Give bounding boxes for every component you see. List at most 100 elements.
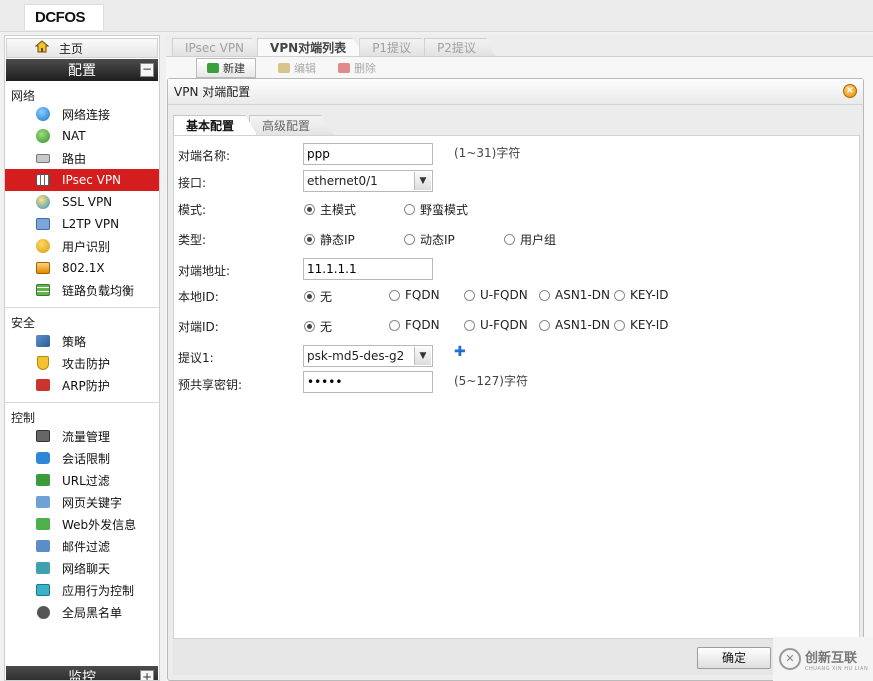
radio-dot[interactable] — [539, 319, 550, 331]
watermark-text-block: 创新互联 CHUANG XIN HU LIAN — [805, 647, 868, 672]
psk-hint: (5~127)字符 — [454, 374, 528, 388]
sidebar-item-web-keyword[interactable]: 网页关键字 — [5, 491, 159, 513]
mode-radio-main[interactable]: 主模式 — [304, 201, 356, 218]
sidebar-item-user-identify[interactable]: 用户识别 — [5, 235, 159, 257]
sidebar-item-flow-management[interactable]: 流量管理 — [5, 425, 159, 447]
peer-address-input[interactable] — [303, 258, 433, 280]
sidebar-item-load-balance[interactable]: 链路负载均衡 — [5, 279, 159, 301]
chevron-down-icon[interactable]: ▼ — [414, 172, 431, 190]
peer-id-radio-asn1dn[interactable]: ASN1-DN — [539, 318, 610, 332]
sidebar-item-policy[interactable]: 策略 — [5, 330, 159, 352]
delete-button[interactable]: 删除 — [338, 60, 376, 76]
radio-dot[interactable] — [464, 289, 475, 301]
sidebar-item-app-control[interactable]: 应用行为控制 — [5, 579, 159, 601]
ok-button[interactable]: 确定 — [697, 647, 771, 669]
radio-dot[interactable] — [539, 289, 550, 301]
mode-radio-aggressive[interactable]: 野蛮模式 — [404, 201, 468, 218]
sidebar-item-web-outbound[interactable]: Web外发信息 — [5, 513, 159, 535]
type-radio-user-group[interactable]: 用户组 — [504, 231, 556, 248]
sidebar: 主页 配置 − 网络 网络连接 NAT 路由 IPsec VPN SSL VPN… — [4, 35, 160, 681]
section-config[interactable]: 配置 − — [6, 59, 158, 81]
peer-id-radio-fqdn[interactable]: FQDN — [389, 318, 440, 332]
local-id-label: 本地ID: — [178, 290, 219, 304]
tab-p1-proposal[interactable]: P1提议 — [359, 38, 431, 56]
section-monitor-label: 监控 — [68, 670, 96, 681]
dialog-header: VPN 对端配置 × — [168, 79, 863, 105]
form-panel: 对端名称: (1~31)字符 接口: ethernet0/1 ▼ 模式: 主模式… — [173, 135, 860, 639]
radio-dot[interactable] — [404, 234, 415, 245]
new-button[interactable]: 新建 — [196, 58, 256, 78]
peer-id-radio-ufqdn[interactable]: U-FQDN — [464, 318, 528, 332]
edit-button[interactable]: 编辑 — [278, 60, 316, 76]
expand-monitor-button[interactable]: + — [140, 670, 154, 680]
peer-id-radio-keyid[interactable]: KEY-ID — [614, 318, 668, 332]
delete-icon — [338, 63, 350, 73]
blacklist-icon — [35, 605, 51, 619]
tab-basic-config[interactable]: 基本配置 — [173, 115, 258, 135]
tab-p2-proposal[interactable]: P2提议 — [424, 38, 495, 56]
sidebar-item-network-connection[interactable]: 网络连接 — [5, 103, 159, 125]
keyword-icon — [35, 495, 51, 509]
radio-dot[interactable] — [304, 321, 315, 332]
section-monitor[interactable]: 监控 + — [6, 666, 158, 681]
radio-dot[interactable] — [614, 289, 625, 301]
local-id-radio-keyid[interactable]: KEY-ID — [614, 288, 668, 302]
sidebar-home[interactable]: 主页 — [6, 38, 158, 58]
type-radio-static-ip[interactable]: 静态IP — [304, 231, 355, 248]
collapse-config-button[interactable]: − — [140, 63, 154, 77]
sidebar-item-ssl-vpn[interactable]: SSL VPN — [5, 191, 159, 213]
sidebar-item-global-blacklist[interactable]: 全局黑名单 — [5, 601, 159, 623]
proposal1-select[interactable]: psk-md5-des-g2 ▼ — [303, 345, 433, 367]
proposal1-value: psk-md5-des-g2 — [307, 349, 405, 363]
add-proposal-icon[interactable]: ✚ — [454, 344, 466, 360]
radio-dot[interactable] — [614, 319, 625, 331]
sidebar-item-net-chat[interactable]: 网络聊天 — [5, 557, 159, 579]
radio-dot[interactable] — [304, 204, 315, 215]
type-label: 类型: — [178, 233, 207, 247]
sidebar-item-session-limit[interactable]: 会话限制 — [5, 447, 159, 469]
user-icon — [35, 239, 51, 253]
chevron-down-icon[interactable]: ▼ — [414, 347, 431, 365]
tab-ipsec-vpn[interactable]: IPsec VPN — [172, 38, 264, 56]
interface-select[interactable]: ethernet0/1 ▼ — [303, 170, 433, 192]
sidebar-item-l2tp-vpn[interactable]: L2TP VPN — [5, 213, 159, 235]
radio-dot[interactable] — [464, 319, 475, 331]
globe-icon — [35, 107, 51, 121]
mode-label: 模式: — [178, 203, 207, 217]
close-icon[interactable]: × — [843, 84, 857, 98]
peer-id-label: 对端ID: — [178, 320, 219, 334]
type-radio-dynamic-ip[interactable]: 动态IP — [404, 231, 455, 248]
sidebar-item-nat[interactable]: NAT — [5, 125, 159, 147]
sidebar-item-route[interactable]: 路由 — [5, 147, 159, 169]
peer-name-input[interactable] — [303, 143, 433, 165]
local-id-radio-fqdn[interactable]: FQDN — [389, 288, 440, 302]
local-id-radio-none[interactable]: 无 — [304, 288, 332, 305]
app-control-icon — [35, 583, 51, 597]
radio-dot[interactable] — [389, 289, 400, 301]
radio-dot[interactable] — [304, 234, 315, 245]
psk-input[interactable] — [303, 371, 433, 393]
shield-icon — [35, 356, 51, 370]
sidebar-item-url-filter[interactable]: URL过滤 — [5, 469, 159, 491]
mail-filter-icon — [35, 539, 51, 553]
radio-dot[interactable] — [389, 319, 400, 331]
session-icon — [35, 451, 51, 465]
peer-address-label: 对端地址: — [178, 264, 231, 278]
psk-label: 预共享密钥: — [178, 378, 243, 392]
radio-dot[interactable] — [404, 204, 415, 215]
radio-dot[interactable] — [304, 291, 315, 302]
radio-dot[interactable] — [504, 234, 515, 245]
sidebar-item-ipsec-vpn[interactable]: IPsec VPN — [5, 169, 159, 191]
tab-vpn-peer-list[interactable]: VPN对端列表 — [257, 38, 366, 56]
local-id-radio-ufqdn[interactable]: U-FQDN — [464, 288, 528, 302]
peer-id-radio-none[interactable]: 无 — [304, 318, 332, 335]
local-id-radio-asn1dn[interactable]: ASN1-DN — [539, 288, 610, 302]
sidebar-item-attack-defense[interactable]: 攻击防护 — [5, 352, 159, 374]
home-label: 主页 — [59, 41, 84, 56]
tab-advanced-config[interactable]: 高级配置 — [249, 115, 334, 135]
sidebar-item-mail-filter[interactable]: 邮件过滤 — [5, 535, 159, 557]
watermark-subtext: CHUANG XIN HU LIAN — [805, 665, 869, 672]
sidebar-item-8021x[interactable]: 802.1X — [5, 257, 159, 279]
sidebar-item-arp-defense[interactable]: ARP防护 — [5, 374, 159, 396]
add-icon — [207, 63, 219, 73]
